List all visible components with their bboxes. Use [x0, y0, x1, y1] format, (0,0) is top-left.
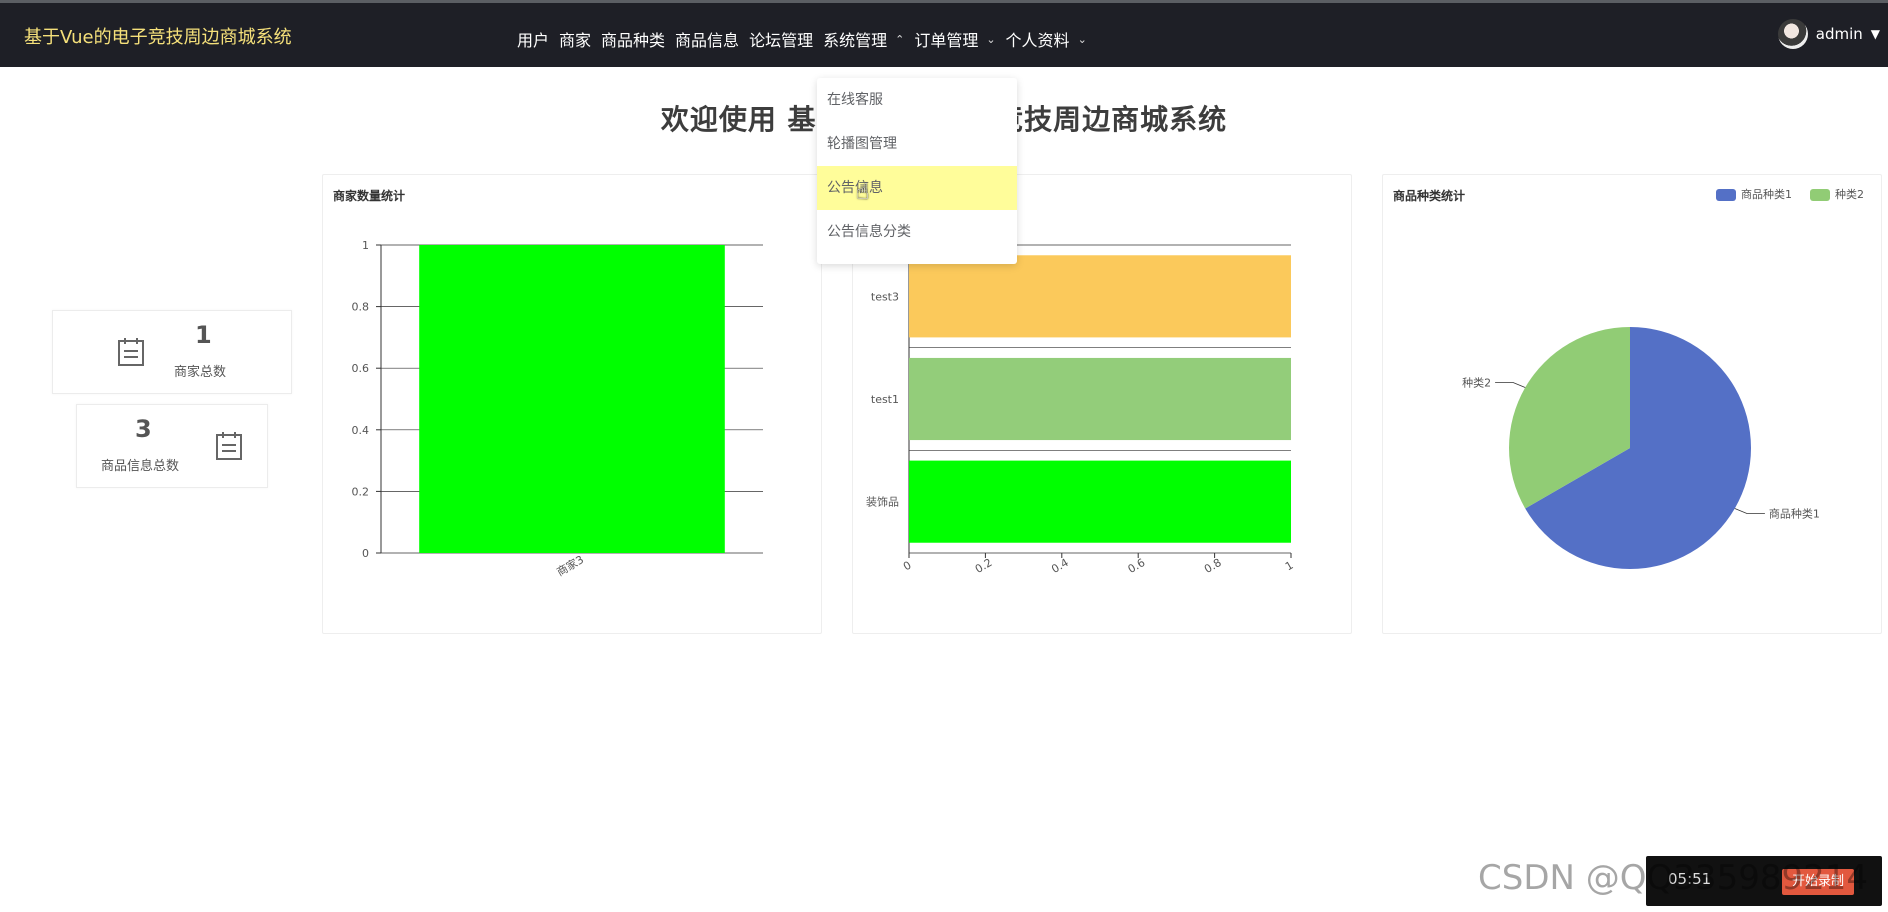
menu-label: 用户: [517, 31, 550, 50]
caret-down-icon: ▼: [1870, 27, 1880, 41]
x-tick-label: 0.2: [973, 556, 995, 576]
dropdown-item-notice[interactable]: 公告信息: [817, 166, 1017, 210]
legend-swatch: [1810, 189, 1830, 201]
menu-label: 系统管理: [823, 31, 888, 50]
product-count: 3: [135, 415, 152, 443]
menu-label: 商品信息: [675, 31, 740, 50]
top-navbar: 基于Vue的电子竞技周边商城系统 用户 商家 商品种类 商品信息 论坛管理 系统…: [0, 3, 1888, 67]
x-tick-label: 0.4: [1049, 556, 1071, 576]
product-count-label: 商品信息总数: [101, 459, 180, 474]
label-line: [1734, 508, 1765, 514]
chevron-up-icon: ⌃: [895, 32, 905, 46]
app-title: 基于Vue的电子竞技周边商城系统: [24, 27, 292, 48]
y-tick-label: test3: [871, 290, 899, 303]
menu-item-products[interactable]: 商品信息: [670, 27, 744, 51]
legend-label: 种类2: [1835, 187, 1864, 201]
dropdown-item-notice-category[interactable]: 公告信息分类: [817, 210, 1017, 254]
bar: [909, 255, 1291, 338]
label-line: [1495, 382, 1526, 388]
x-tick-label: 0: [901, 559, 914, 574]
bar: [909, 460, 1291, 543]
chevron-down-icon: ⌄: [986, 32, 996, 46]
category-pie-chart: 商品种类1 种类2 种类2 商品种类1: [1462, 187, 1864, 569]
merchant-bar-chart: 0 0.2 0.4 0.6 0.8 1 商家3: [352, 239, 763, 579]
bar: [909, 357, 1291, 441]
calendar-icon: [216, 432, 242, 460]
main-menu: 用户 商家 商品种类 商品信息 论坛管理 系统管理 ⌃ 订单管理 ⌄ 个人资料 ⌄: [512, 27, 1092, 51]
menu-item-categories[interactable]: 商品种类: [596, 27, 670, 51]
chart-card-merchant: 商家数量统计 0 0.2 0.4 0.6 0.8 1 商家3: [322, 174, 822, 634]
y-tick-label: 0.4: [352, 424, 370, 437]
slice-label: 商品种类1: [1769, 507, 1820, 521]
stat-card-products: 3 商品信息总数: [76, 404, 268, 488]
chevron-down-icon: ⌄: [1077, 32, 1087, 46]
menu-label: 商家: [559, 31, 592, 50]
menu-item-orders[interactable]: 订单管理 ⌄: [909, 27, 1000, 51]
menu-item-merchants[interactable]: 商家: [554, 27, 596, 51]
x-tick-label: 1: [1283, 559, 1296, 574]
x-tick-label: 商家3: [554, 552, 586, 579]
menu-label: 订单管理: [914, 31, 979, 50]
user-menu[interactable]: admin ▼: [1777, 19, 1880, 49]
bar: [419, 245, 725, 553]
chart-card-category: 商品种类统计 商品种类1 种类2 种类2 商品种类1: [1382, 174, 1882, 634]
menu-item-profile[interactable]: 个人资料 ⌄: [1001, 27, 1092, 51]
system-dropdown-menu: 在线客服 轮播图管理 公告信息 公告信息分类: [817, 78, 1017, 264]
legend-label: 商品种类1: [1741, 187, 1792, 201]
dropdown-item-carousel[interactable]: 轮播图管理: [817, 122, 1017, 166]
y-tick-label: 0: [362, 547, 369, 560]
avatar: [1777, 19, 1808, 49]
merchant-count-label: 商家总数: [174, 365, 227, 380]
x-tick-label: 0.6: [1126, 556, 1148, 576]
menu-label: 论坛管理: [749, 31, 814, 50]
hand-cursor-icon: ☝: [856, 180, 870, 205]
dropdown-item-online-service[interactable]: 在线客服: [817, 78, 1017, 122]
menu-item-forum[interactable]: 论坛管理: [744, 27, 818, 51]
y-tick-label: 装饰品: [866, 495, 899, 509]
calendar-icon: [118, 338, 144, 366]
x-tick-label: 0.8: [1202, 556, 1224, 576]
y-tick-label: 0.8: [352, 301, 370, 314]
stat-card-merchants: 1 商家总数: [52, 310, 292, 394]
y-tick-label: 0.6: [352, 362, 370, 375]
y-tick-label: 0.2: [352, 485, 370, 498]
watermark: CSDN @QQ335989214: [1478, 858, 1868, 898]
menu-label: 商品种类: [601, 31, 666, 50]
menu-item-system[interactable]: 系统管理 ⌃: [818, 27, 909, 51]
slice-label: 种类2: [1462, 376, 1491, 390]
menu-item-users[interactable]: 用户: [512, 27, 554, 51]
y-tick-label: 1: [362, 239, 369, 252]
merchant-count: 1: [195, 321, 212, 349]
menu-label: 个人资料: [1005, 31, 1070, 50]
username: admin: [1815, 25, 1863, 43]
legend-swatch: [1716, 189, 1736, 201]
y-tick-label: test1: [871, 393, 899, 406]
